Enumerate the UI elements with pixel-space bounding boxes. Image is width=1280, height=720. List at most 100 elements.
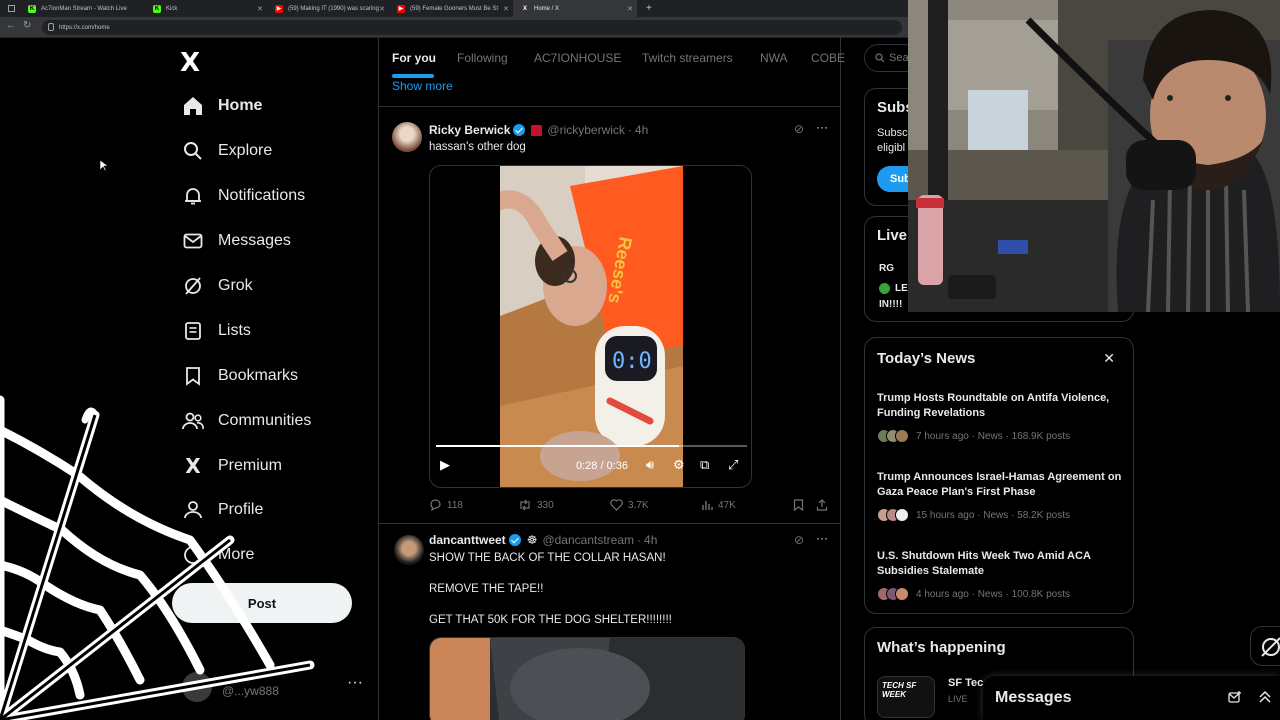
- nav-label: Notifications: [218, 187, 306, 204]
- youtube-favicon-icon: ▶: [275, 4, 283, 13]
- tab-twitch-streamers[interactable]: Twitch streamers: [642, 51, 733, 65]
- live-item-text[interactable]: LE: [895, 283, 908, 294]
- new-tab-button[interactable]: +: [638, 0, 658, 17]
- like-count: 3.7K: [628, 499, 649, 511]
- show-more-link[interactable]: Show more: [392, 79, 453, 93]
- more-options-icon[interactable]: ···: [816, 120, 828, 134]
- reload-icon[interactable]: ↻: [23, 20, 31, 31]
- fullscreen-icon[interactable]: ⤢: [728, 457, 738, 473]
- browser-tab[interactable]: K Ac7ionMan Stream - Watch Live: [20, 0, 145, 17]
- grok-icon[interactable]: ⊘: [794, 122, 804, 136]
- verified-badge-icon: [513, 124, 526, 136]
- grok-icon[interactable]: ⊘: [794, 533, 804, 547]
- news-headline[interactable]: Trump Announces Israel-Hamas Agreement o…: [877, 470, 1127, 500]
- card-title: Live: [877, 227, 908, 244]
- volume-icon[interactable]: 🔊︎: [646, 457, 654, 473]
- list-icon: [182, 320, 204, 342]
- video-progress-bar[interactable]: [436, 445, 747, 447]
- tab-title: Home / X: [534, 5, 560, 12]
- nav-label: Lists: [218, 322, 251, 339]
- tweet-time[interactable]: 4h: [635, 123, 648, 137]
- news-meta: 7 hours ago · News · 168.9K posts: [916, 430, 1070, 442]
- affiliate-badge-icon: ☸: [526, 533, 538, 547]
- main-feed: For you Following AC7IONHOUSE Twitch str…: [378, 38, 845, 720]
- reply-button[interactable]: 118: [429, 499, 463, 511]
- share-button[interactable]: [816, 499, 833, 511]
- browser-tab-active[interactable]: X Home / X ✕: [513, 0, 637, 17]
- site-info-icon[interactable]: [48, 23, 54, 31]
- tab-ac7ionhouse[interactable]: AC7IONHOUSE: [534, 51, 621, 65]
- share-icon: [816, 499, 828, 511]
- tweet-text: hassan's other dog: [429, 141, 526, 153]
- bookmark-button[interactable]: [793, 499, 809, 511]
- home-icon: [182, 95, 204, 117]
- tab-title: (59) Making IT (1990) was scaring: [288, 5, 379, 12]
- tweet-media[interactable]: [429, 637, 745, 720]
- dot-separator: ·: [637, 533, 642, 547]
- heart-icon: [610, 499, 623, 511]
- tweet-text-line: SHOW THE BACK OF THE COLLAR HASAN!: [429, 552, 666, 564]
- tab-cobe[interactable]: COBE: [811, 51, 845, 65]
- nav-messages[interactable]: Messages: [182, 226, 291, 256]
- tweet-handle[interactable]: @rickyberwick: [547, 123, 625, 137]
- news-headline[interactable]: Trump Hosts Roundtable on Antifa Violenc…: [877, 391, 1127, 421]
- nav-label: Home: [218, 97, 263, 114]
- live-item-text[interactable]: RG: [879, 263, 894, 274]
- close-icon[interactable]: ✕: [1103, 350, 1115, 367]
- tab-for-you[interactable]: For you: [392, 51, 436, 65]
- kick-favicon-icon: K: [153, 4, 161, 13]
- x-logo[interactable]: X: [180, 48, 200, 78]
- picture-in-picture-icon[interactable]: ⧉: [700, 457, 709, 473]
- bookmark-icon: [793, 499, 804, 511]
- tab-close-icon[interactable]: ✕: [379, 5, 385, 13]
- trend-thumbnail[interactable]: TECH SF WEEK: [877, 676, 935, 718]
- back-arrow-icon[interactable]: ←: [6, 20, 16, 31]
- nav-lists[interactable]: Lists: [182, 316, 251, 346]
- messages-drawer[interactable]: Messages: [983, 676, 1280, 720]
- tab-close-icon[interactable]: ✕: [503, 5, 509, 13]
- tweet-author-name[interactable]: Ricky Berwick: [429, 123, 510, 137]
- tweet-video-player[interactable]: Reese's 0:0 ▶ 0:28 / 0:36 🔊︎ ⚙ ⧉ ⤢: [429, 165, 752, 488]
- nav-notifications[interactable]: Notifications: [182, 181, 305, 211]
- more-options-icon[interactable]: ···: [816, 531, 828, 545]
- views-button[interactable]: 47K: [701, 499, 736, 511]
- nav-grok[interactable]: Grok: [182, 271, 253, 301]
- tab-following[interactable]: Following: [457, 51, 508, 65]
- verified-badge-icon: [508, 534, 521, 546]
- browser-tab[interactable]: ▶ (59) Making IT (1990) was scaring ✕: [267, 0, 389, 17]
- tweet-header: dancanttweet ☸ @dancantstream · 4h: [429, 533, 657, 547]
- card-title: What’s happening: [877, 639, 1006, 656]
- new-message-icon[interactable]: [1228, 690, 1242, 704]
- account-more-button[interactable]: ···: [347, 674, 363, 692]
- browser-tab[interactable]: ▶ (59) Female Gooners Must Be St ✕: [389, 0, 513, 17]
- tab-nwa[interactable]: NWA: [760, 51, 788, 65]
- chevron-up-icon[interactable]: [1258, 690, 1272, 704]
- live-item-text[interactable]: IN!!!!: [879, 299, 902, 310]
- browser-tab[interactable]: K Kick ✕: [145, 0, 267, 17]
- nav-home[interactable]: Home: [182, 91, 262, 121]
- url-field[interactable]: https://x.com/home: [42, 20, 902, 35]
- nav-bookmarks[interactable]: Bookmarks: [182, 361, 298, 391]
- play-icon[interactable]: ▶: [440, 457, 450, 473]
- trend-title[interactable]: SF Tec: [948, 677, 983, 689]
- grok-icon: [182, 275, 204, 297]
- tweet-avatar[interactable]: [394, 535, 424, 565]
- tweet-author-name[interactable]: dancanttweet: [429, 533, 506, 547]
- tweet-avatar[interactable]: [392, 122, 422, 152]
- active-tab-indicator: [392, 74, 434, 78]
- tab-close-icon[interactable]: ✕: [627, 5, 633, 13]
- news-headline[interactable]: U.S. Shutdown Hits Week Two Amid ACA Sub…: [877, 549, 1127, 579]
- settings-gear-icon[interactable]: ⚙: [673, 457, 685, 473]
- tab-close-icon[interactable]: ✕: [257, 5, 263, 13]
- tweet-handle[interactable]: @dancantstream: [542, 533, 634, 547]
- like-button[interactable]: 3.7K: [610, 499, 649, 511]
- nav-explore[interactable]: Explore: [182, 136, 272, 166]
- tweet-text-line: REMOVE THE TAPE!!: [429, 583, 544, 595]
- tweet-time[interactable]: 4h: [644, 533, 657, 547]
- repost-button[interactable]: 330: [518, 499, 554, 511]
- tweet-actions: 118 330 3.7K 47K: [429, 499, 829, 515]
- grok-floating-button[interactable]: [1250, 626, 1280, 666]
- spiderweb-overlay-graphic: [0, 395, 315, 720]
- tab-title: Ac7ionMan Stream - Watch Live: [41, 5, 127, 12]
- mouse-cursor-icon: [100, 160, 108, 172]
